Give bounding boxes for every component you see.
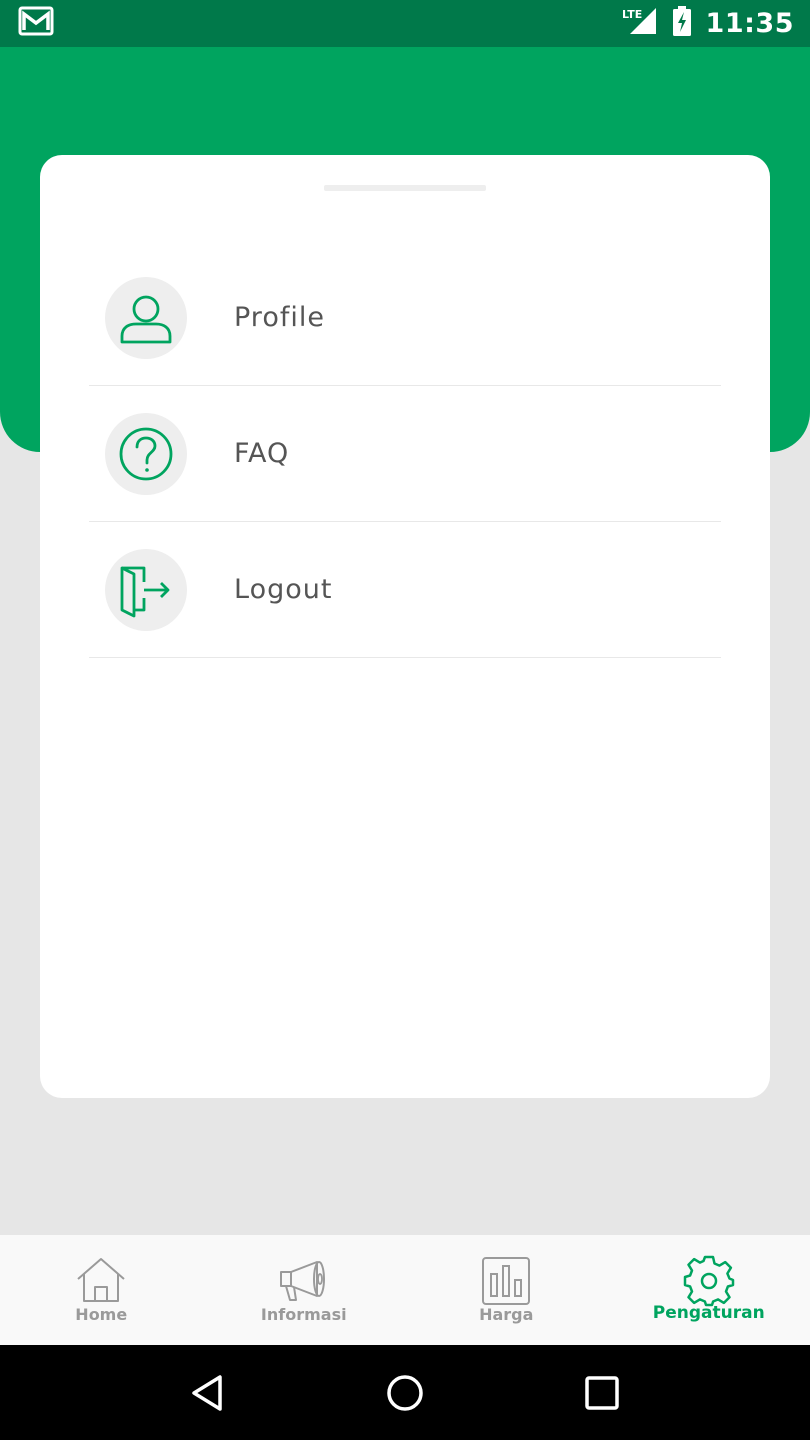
gear-icon (681, 1253, 737, 1309)
nav-item-harga[interactable]: Harga (405, 1235, 608, 1345)
logout-door-icon (105, 548, 187, 631)
menu-item-logout[interactable]: Logout (89, 522, 721, 658)
system-nav-bar (0, 1345, 810, 1440)
menu-label-profile: Profile (234, 302, 325, 333)
menu-item-profile[interactable]: Profile (89, 250, 721, 386)
status-time: 11:35 (705, 8, 794, 39)
menu-label-logout: Logout (234, 574, 333, 605)
status-right: LTE 11:35 (622, 6, 794, 41)
bottom-nav: Home Informasi Harga Pengaturan (0, 1235, 810, 1345)
home-circle-icon[interactable] (375, 1363, 435, 1423)
gmail-icon (18, 6, 54, 41)
network-label: LTE (622, 8, 642, 21)
signal-icon: LTE (622, 6, 658, 41)
bar-chart-icon (478, 1253, 534, 1309)
question-circle-icon (105, 412, 187, 495)
nav-label-informasi: Informasi (260, 1305, 347, 1324)
menu-label-faq: FAQ (234, 438, 290, 469)
status-left (18, 6, 54, 41)
battery-charging-icon (672, 6, 692, 41)
nav-item-informasi[interactable]: Informasi (203, 1235, 406, 1345)
nav-item-pengaturan[interactable]: Pengaturan (608, 1235, 810, 1345)
user-icon (105, 276, 187, 359)
megaphone-icon (276, 1253, 332, 1309)
recents-icon[interactable] (572, 1363, 632, 1423)
menu-list: Profile FAQ Logout (89, 250, 721, 658)
nav-item-home[interactable]: Home (0, 1235, 203, 1345)
nav-label-pengaturan: Pengaturan (652, 1303, 765, 1323)
home-icon (73, 1253, 129, 1309)
drag-handle[interactable] (324, 185, 486, 191)
nav-label-home: Home (75, 1305, 128, 1324)
settings-card: Profile FAQ Logout (40, 155, 770, 1098)
menu-item-faq[interactable]: FAQ (89, 386, 721, 522)
back-icon[interactable] (178, 1363, 238, 1423)
nav-label-harga: Harga (479, 1305, 534, 1324)
status-bar: LTE 11:35 (0, 0, 810, 47)
